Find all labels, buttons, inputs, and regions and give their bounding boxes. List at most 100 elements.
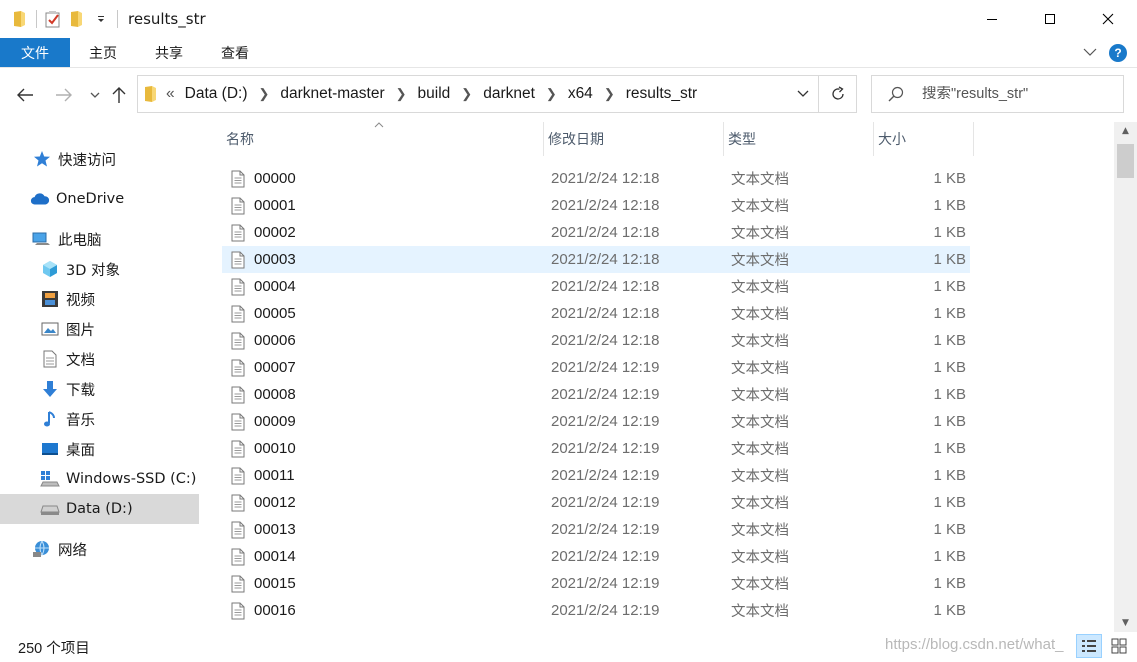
file-type: 文本文档 <box>731 307 789 323</box>
table-row[interactable]: 00004 2021/2/24 12:18 文本文档 1 KB <box>222 273 970 300</box>
breadcrumb-overflow[interactable]: « <box>166 85 175 103</box>
file-name-cell[interactable]: 00008 <box>230 385 296 404</box>
scroll-up-button[interactable]: ▲ <box>1114 122 1137 140</box>
sidebar-item-documents[interactable]: 文档 <box>0 344 199 374</box>
up-button[interactable] <box>107 83 131 107</box>
file-name-cell[interactable]: 00012 <box>230 493 296 512</box>
table-row[interactable]: 00014 2021/2/24 12:19 文本文档 1 KB <box>222 543 970 570</box>
search-box[interactable] <box>871 75 1124 113</box>
sidebar-item-quick-access[interactable]: 快速访问 <box>0 144 199 174</box>
file-name-cell[interactable]: 00001 <box>230 196 296 215</box>
file-name-cell[interactable]: 00004 <box>230 277 296 296</box>
table-row[interactable]: 00009 2021/2/24 12:19 文本文档 1 KB <box>222 408 970 435</box>
sidebar-item-videos[interactable]: 视频 <box>0 284 199 314</box>
file-size: 1 KB <box>933 440 966 457</box>
address-history-button[interactable] <box>788 76 818 112</box>
tab-home[interactable]: 主页 <box>70 38 136 67</box>
chevron-right-icon[interactable]: ❯ <box>461 86 472 102</box>
scroll-thumb[interactable] <box>1117 144 1134 178</box>
table-row[interactable]: 00010 2021/2/24 12:19 文本文档 1 KB <box>222 435 970 462</box>
sidebar-item-downloads[interactable]: 下载 <box>0 374 199 404</box>
sidebar-item-pictures[interactable]: 图片 <box>0 314 199 344</box>
breadcrumb-item[interactable]: darknet <box>479 85 539 103</box>
tab-file[interactable]: 文件 <box>0 38 70 67</box>
sidebar-item-desktop[interactable]: 桌面 <box>0 434 199 464</box>
file-size: 1 KB <box>933 602 966 619</box>
sidebar-item-3d-objects[interactable]: 3D 对象 <box>0 254 199 284</box>
file-name-cell[interactable]: 00006 <box>230 331 296 350</box>
sidebar-item-music[interactable]: 音乐 <box>0 404 199 434</box>
column-date-modified[interactable]: 修改日期 <box>544 122 724 156</box>
table-row[interactable]: 00002 2021/2/24 12:18 文本文档 1 KB <box>222 219 970 246</box>
large-icons-view-button[interactable] <box>1106 634 1132 658</box>
breadcrumb-item[interactable]: x64 <box>564 85 597 103</box>
breadcrumb-item[interactable]: Data (D:) <box>181 85 252 103</box>
file-type: 文本文档 <box>731 577 789 593</box>
sidebar-item-windows-ssd[interactable]: Windows-SSD (C:) <box>0 464 199 494</box>
download-icon <box>40 379 60 399</box>
scroll-down-button[interactable]: ▼ <box>1114 614 1137 632</box>
column-name[interactable]: 名称 <box>222 122 544 156</box>
address-bar[interactable]: « Data (D:) ❯ darknet-master ❯ build ❯ d… <box>137 75 857 113</box>
file-name-cell[interactable]: 00005 <box>230 304 296 323</box>
file-name-cell[interactable]: 00011 <box>230 466 295 485</box>
search-input[interactable] <box>922 86 1112 102</box>
vertical-scrollbar[interactable]: ▲ ▼ <box>1114 122 1137 632</box>
tab-view[interactable]: 查看 <box>202 38 268 67</box>
file-name-cell[interactable]: 00002 <box>230 223 296 242</box>
recent-locations-button[interactable] <box>83 83 107 107</box>
sidebar-item-this-pc[interactable]: 此电脑 <box>0 224 199 254</box>
table-row[interactable]: 00008 2021/2/24 12:19 文本文档 1 KB <box>222 381 970 408</box>
file-name-cell[interactable]: 00013 <box>230 520 296 539</box>
column-size[interactable]: 大小 <box>874 122 974 156</box>
breadcrumb-item[interactable]: darknet-master <box>276 85 388 103</box>
chevron-right-icon[interactable]: ❯ <box>259 86 270 102</box>
table-row[interactable]: 00003 2021/2/24 12:18 文本文档 1 KB <box>222 246 970 273</box>
sidebar-item-network[interactable]: 网络 <box>0 534 199 564</box>
file-date: 2021/2/24 12:18 <box>551 251 660 268</box>
file-name-cell[interactable]: 00014 <box>230 547 296 566</box>
refresh-button[interactable] <box>818 76 856 112</box>
file-type: 文本文档 <box>731 334 789 350</box>
column-type[interactable]: 类型 <box>724 122 874 156</box>
table-row[interactable]: 00011 2021/2/24 12:19 文本文档 1 KB <box>222 462 970 489</box>
file-name-cell[interactable]: 00015 <box>230 574 296 593</box>
maximize-button[interactable] <box>1021 0 1079 38</box>
table-row[interactable]: 00012 2021/2/24 12:19 文本文档 1 KB <box>222 489 970 516</box>
search-icon <box>888 86 910 102</box>
table-row[interactable]: 00001 2021/2/24 12:18 文本文档 1 KB <box>222 192 970 219</box>
chevron-right-icon[interactable]: ❯ <box>396 86 407 102</box>
text-file-icon <box>230 547 246 566</box>
details-view-button[interactable] <box>1076 634 1102 658</box>
minimize-button[interactable] <box>963 0 1021 38</box>
table-row[interactable]: 00015 2021/2/24 12:19 文本文档 1 KB <box>222 570 970 597</box>
expand-ribbon-button[interactable] <box>1083 45 1097 61</box>
table-row[interactable]: 00013 2021/2/24 12:19 文本文档 1 KB <box>222 516 970 543</box>
file-name-cell[interactable]: 00010 <box>230 439 296 458</box>
file-name-cell[interactable]: 00009 <box>230 412 296 431</box>
table-row[interactable]: 00006 2021/2/24 12:18 文本文档 1 KB <box>222 327 970 354</box>
chevron-right-icon[interactable]: ❯ <box>546 86 557 102</box>
breadcrumb-item[interactable]: build <box>414 85 455 103</box>
table-row[interactable]: 00000 2021/2/24 12:18 文本文档 1 KB <box>222 165 970 192</box>
close-button[interactable] <box>1079 0 1137 38</box>
table-row[interactable]: 00005 2021/2/24 12:18 文本文档 1 KB <box>222 300 970 327</box>
tab-share[interactable]: 共享 <box>136 38 202 67</box>
file-name-cell[interactable]: 00003 <box>230 250 296 269</box>
customize-dropdown-icon[interactable] <box>91 9 111 29</box>
help-button[interactable]: ? <box>1109 44 1127 62</box>
back-button[interactable] <box>13 83 37 107</box>
new-folder-icon[interactable] <box>67 9 87 29</box>
chevron-right-icon[interactable]: ❯ <box>604 86 615 102</box>
forward-button[interactable] <box>52 83 76 107</box>
file-name-cell[interactable]: 00007 <box>230 358 296 377</box>
breadcrumb-item[interactable]: results_str <box>622 85 702 103</box>
properties-icon[interactable] <box>43 9 63 29</box>
table-row[interactable]: 00007 2021/2/24 12:19 文本文档 1 KB <box>222 354 970 381</box>
sidebar-item-onedrive[interactable]: OneDrive <box>0 184 199 214</box>
table-row[interactable]: 00016 2021/2/24 12:19 文本文档 1 KB <box>222 597 970 624</box>
column-header: 名称 修改日期 类型 大小 <box>222 122 974 156</box>
file-name-cell[interactable]: 00000 <box>230 169 296 188</box>
file-name-cell[interactable]: 00016 <box>230 601 296 620</box>
sidebar-item-data-drive[interactable]: Data (D:) <box>0 494 199 524</box>
